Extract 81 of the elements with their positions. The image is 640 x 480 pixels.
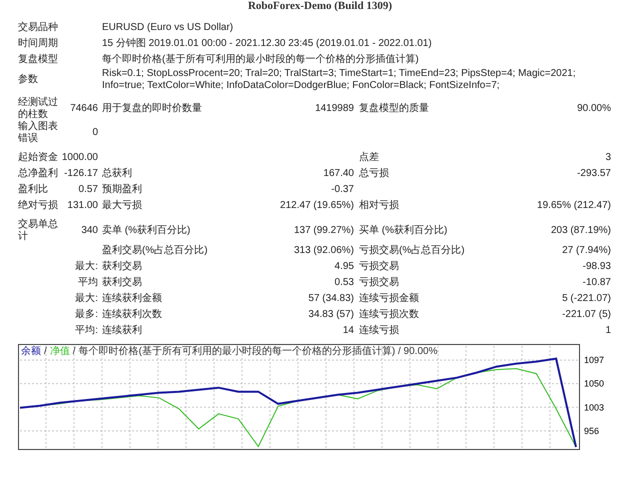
field-value: 1000.00: [60, 152, 98, 164]
field-value: 14: [342, 325, 354, 337]
field-label: 复盘模型的质量: [358, 103, 430, 115]
field-label: 最大亏损: [101, 200, 143, 212]
field-value: 1419989: [314, 103, 354, 115]
field-value: 313 (92.06%): [292, 245, 354, 257]
field-value: 最大:: [74, 261, 98, 273]
field-label: 盈利比: [18, 184, 49, 196]
field-value: 平均: [77, 277, 98, 289]
field-value: 131.00: [66, 200, 98, 212]
field-value: 0: [91, 127, 98, 139]
field-label: 盈利交易(%占总百分比): [101, 245, 209, 257]
field-value: EURUSD (Euro vs US Dollar): [101, 22, 234, 34]
field-value: 212.47 (19.65%): [279, 200, 354, 212]
field-label: 点差: [358, 152, 380, 164]
field-label: 获利交易: [101, 261, 143, 273]
field-label: 总获利: [101, 168, 133, 180]
field-label: 获利交易: [101, 277, 143, 289]
field-label: 参数: [18, 74, 39, 86]
y-tick-label: 1097: [584, 355, 604, 366]
field-label: 交易单总计: [18, 219, 58, 243]
field-label: 总净盈利: [18, 168, 58, 180]
field-label: 用于复盘的即时价数量: [101, 103, 203, 115]
report-title: RoboForex-Demo (Build 1309): [246, 0, 393, 14]
field-label: 连续获利金额: [101, 293, 163, 305]
field-value: -126.17: [63, 168, 98, 180]
legend-separator: /: [44, 346, 47, 357]
field-value: 74646: [69, 103, 98, 115]
field-value: 15 分钟图 2019.01.01 00:00 - 2021.12.30 23:45 (2019.01.01 - 2022.01.01): [101, 38, 433, 50]
field-label: 买单 (%获利百分比): [358, 225, 448, 237]
field-label: 亏损交易: [358, 277, 400, 289]
field-value: 137 (99.27%): [292, 225, 354, 237]
field-label: 经测试过的柱数: [18, 97, 58, 120]
field-label: 亏损交易: [358, 261, 400, 273]
field-label: 连续获利: [101, 325, 143, 337]
field-label: 总亏损: [358, 168, 390, 180]
field-label: 连续亏损: [358, 325, 400, 337]
field-value: -221.07 (5): [561, 309, 611, 321]
y-tick-label: 1050: [584, 378, 604, 389]
field-value: -293.57: [576, 168, 611, 180]
field-value: 167.40: [322, 168, 354, 180]
field-label: 输入图表错误: [18, 121, 58, 145]
field-value: -10.87: [582, 277, 611, 289]
field-value: 19.65% (212.47): [536, 200, 611, 212]
y-tick-label: 956: [584, 426, 600, 436]
field-value: 34.83 (57): [307, 309, 354, 321]
field-label: 连续亏损金额: [358, 293, 420, 305]
chart-title: 每个即时价格(基于所有可利用的最小时段的每一个价格的分形插值计算) / 90.00%: [78, 346, 438, 357]
field-value: 1: [604, 325, 611, 337]
field-value: 5 (-221.07): [561, 293, 611, 305]
field-label: 时间周期: [18, 38, 58, 50]
field-value: 平均:: [74, 325, 98, 337]
y-tick-label: 1003: [584, 402, 604, 412]
field-value: 4.95: [334, 261, 354, 273]
legend-label: 余额: [21, 346, 41, 357]
field-value: 0.53: [334, 277, 354, 289]
field-label: 起始资金: [18, 152, 58, 164]
field-value: 每个即时价格(基于所有可利用的最小时段的每一个价格的分形插值计算): [101, 54, 420, 66]
field-value: 90.00%: [576, 103, 611, 115]
field-label: 连续获利次数: [101, 309, 163, 321]
field-label: 连续亏损次数: [358, 309, 420, 321]
field-label: 交易品种: [18, 22, 58, 34]
field-label: 亏损交易(%占总百分比): [358, 245, 466, 257]
field-value: -0.37: [330, 184, 354, 196]
field-label: 卖单 (%获利百分比): [101, 225, 192, 237]
legend-separator: /: [72, 346, 76, 357]
field-value: 203 (87.19%): [550, 225, 611, 237]
field-value: -98.93: [582, 261, 611, 273]
field-value: 最大:: [74, 293, 98, 305]
legend-label: 净值: [50, 346, 70, 357]
field-value: 340: [80, 225, 98, 237]
field-value: 27 (7.94%): [561, 245, 611, 257]
field-value: 0.57: [78, 184, 98, 196]
field-value: 3: [604, 152, 611, 164]
field-label: 复盘模型: [18, 54, 58, 66]
field-value: Risk=0.1; StopLossProcent=20; Tral=20; TralStart=3; TimeStart=1; TimeEnd=23; PipsStep=4; Magic=2021; Info=true; TextColor=White; InfoDataColor=DodgerBlue; FonColor=Black; FontSizeInfo=7;: [101, 68, 577, 92]
field-label: 预期盈利: [101, 184, 143, 196]
field-label: 相对亏损: [358, 200, 400, 212]
field-label: 绝对亏损: [18, 200, 58, 212]
field-value: 57 (34.83): [307, 293, 354, 305]
field-value: 最多:: [74, 309, 98, 321]
